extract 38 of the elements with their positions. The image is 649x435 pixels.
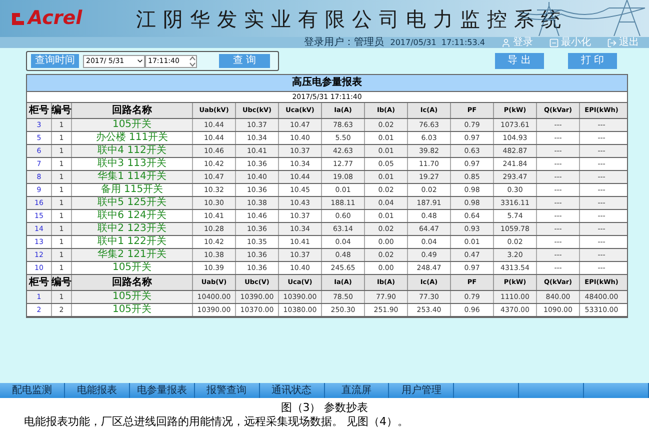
table-cell: 联中4 112开关 bbox=[72, 145, 193, 157]
logo: Acrel bbox=[28, 9, 82, 28]
table-cell: 华集1 114开关 bbox=[72, 171, 193, 183]
user-label: 登录用户： bbox=[304, 38, 354, 48]
user-icon bbox=[501, 38, 511, 48]
report-title: 高压电参量报表 bbox=[27, 75, 627, 92]
query-time-label: 查询时间 bbox=[31, 54, 79, 68]
table-cell: 105开关 bbox=[72, 304, 193, 316]
table-cell: 联中2 123开关 bbox=[72, 223, 193, 235]
dropdown-icon bbox=[136, 57, 144, 65]
column-header: 柜号 bbox=[27, 103, 52, 118]
column-header: 编号 bbox=[52, 275, 72, 290]
table-cell: 联中3 113开关 bbox=[72, 158, 193, 170]
query-button[interactable]: 查 询 bbox=[219, 54, 270, 68]
figure-caption: 图（3） 参数抄表 bbox=[280, 401, 370, 415]
window-title: 江阴华发实业有限公司电力监控系统 bbox=[136, 8, 568, 28]
table-cell: 联中1 122开关 bbox=[72, 236, 193, 248]
export-button[interactable]: 导 出 bbox=[494, 53, 544, 69]
caption-text: 电能报表功能，厂区总进线回路的用能情况，远程采集现场数据。 见图（4）。 bbox=[23, 415, 410, 429]
table-cell: 105开关 bbox=[72, 291, 193, 303]
exit-icon bbox=[607, 38, 617, 48]
datetime: 2017/05/31 17:11:53.4 bbox=[390, 38, 485, 46]
spinner-icon bbox=[189, 56, 196, 66]
table-cell: 联中6 124开关 bbox=[72, 210, 193, 222]
user-name: 管理员 bbox=[354, 38, 384, 48]
print-button[interactable]: 打 印 bbox=[568, 53, 617, 69]
table-cell: 105开关 bbox=[72, 262, 193, 274]
table-cell: 华集2 121开关 bbox=[72, 249, 193, 261]
table-cell: 联中5 125开关 bbox=[72, 197, 193, 209]
minimize-icon bbox=[549, 38, 559, 48]
table-cell: 办公楼 111开关 bbox=[72, 132, 193, 144]
table-cell: 备用 115开关 bbox=[72, 184, 193, 196]
column-header: 编号 bbox=[52, 103, 72, 118]
column-header: 回路名称 bbox=[72, 103, 193, 118]
logo-icon bbox=[11, 12, 25, 26]
column-header: 回路名称 bbox=[72, 275, 193, 290]
column-header: 柜号 bbox=[27, 275, 52, 290]
table-cell: 105开关 bbox=[72, 119, 193, 131]
